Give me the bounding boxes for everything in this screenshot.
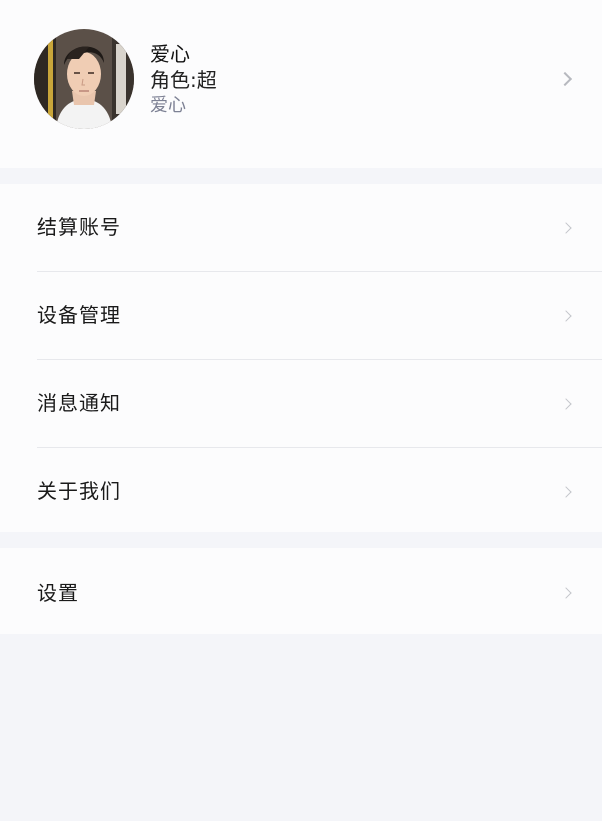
menu-item-label: 结算账号 [37, 215, 121, 239]
chevron-right-icon [560, 587, 572, 599]
menu-item-label: 设置 [37, 581, 79, 605]
profile-header[interactable]: 爱心 角色:超 爱心 [0, 0, 602, 168]
menu-item-device-management[interactable]: 设备管理 [0, 272, 602, 359]
menu-item-about-us[interactable]: 关于我们 [0, 448, 602, 535]
chevron-right-icon [557, 71, 573, 87]
menu-group-main: 结算账号 设备管理 消息通知 关于我们 [0, 184, 602, 532]
chevron-right-icon [560, 222, 572, 234]
menu-group-settings: 设置 [0, 548, 602, 634]
profile-page: 爱心 角色:超 爱心 结算账号 设备管理 消息通知 关于我们 设置 [0, 0, 602, 821]
chevron-right-icon [560, 486, 572, 498]
profile-subtitle: 爱心 [150, 95, 186, 116]
profile-name: 爱心 [150, 42, 190, 66]
menu-item-settings[interactable]: 设置 [0, 548, 602, 634]
chevron-right-icon [560, 310, 572, 322]
menu-item-settlement-account[interactable]: 结算账号 [0, 184, 602, 271]
avatar[interactable] [34, 29, 134, 129]
avatar-image [34, 29, 134, 129]
chevron-right-icon [560, 398, 572, 410]
menu-item-label: 设备管理 [37, 303, 121, 327]
profile-info: 爱心 角色:超 爱心 [150, 41, 226, 119]
menu-item-label: 消息通知 [37, 391, 121, 415]
profile-role: 角色:超 [150, 68, 217, 92]
menu-item-notifications[interactable]: 消息通知 [0, 360, 602, 447]
menu-item-label: 关于我们 [37, 479, 121, 503]
